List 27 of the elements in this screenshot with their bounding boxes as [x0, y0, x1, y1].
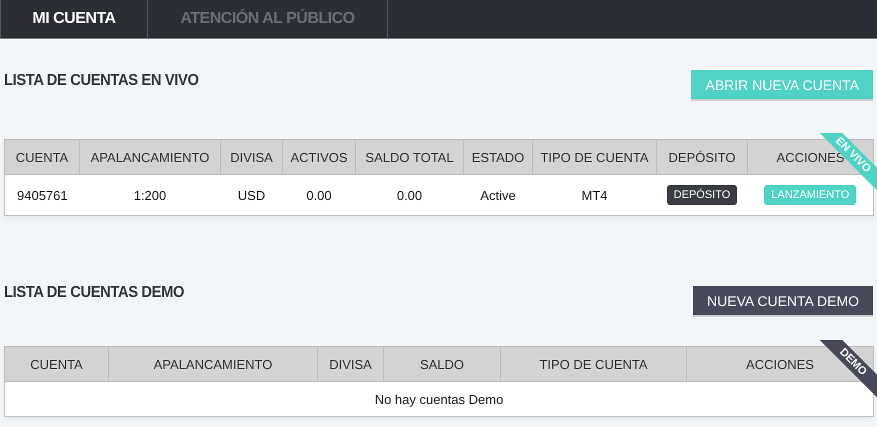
column-header: APALANCAMIENTO [90, 150, 210, 164]
table-cell: 0.00 [306, 188, 332, 202]
column-header: APALANCAMIENTO [154, 356, 272, 372]
empty-message: No hay cuentas Demo [374, 392, 504, 406]
column-header: CUENTA [16, 150, 68, 164]
table-cell: Active [480, 188, 516, 202]
column-header: DIVISA [230, 150, 273, 164]
deposit-button[interactable]: DEPÓSITO [666, 185, 738, 205]
table-cell: USD [238, 188, 266, 202]
table-cell: 9405761 [17, 188, 68, 202]
column-header: DEPÓSITO [668, 150, 736, 164]
column-header: ESTADO [472, 150, 524, 164]
column-header: TIPO DE CUENTA [540, 150, 649, 164]
column-header: TIPO DE CUENTA [539, 356, 648, 372]
column-header: ACCIONES [746, 356, 814, 372]
column-header: ACTIVOS [290, 150, 348, 164]
table-cell: 0.00 [396, 188, 422, 202]
section-title: LISTA DE CUENTAS DEMO [4, 284, 184, 302]
column-header: DIVISA [329, 356, 372, 372]
section-title: LISTA DE CUENTAS EN VIVO [4, 72, 199, 90]
table-cell: MT4 [582, 188, 608, 202]
table-cell: 1:200 [134, 188, 166, 202]
column-header: SALDO [420, 356, 464, 372]
column-header: CUENTA [30, 356, 83, 372]
nav-tab[interactable]: MI CUENTA [0, 0, 148, 38]
column-header: SALDO TOTAL [365, 150, 454, 164]
new-account-button[interactable]: NUEVA CUENTA DEMO [693, 286, 873, 315]
